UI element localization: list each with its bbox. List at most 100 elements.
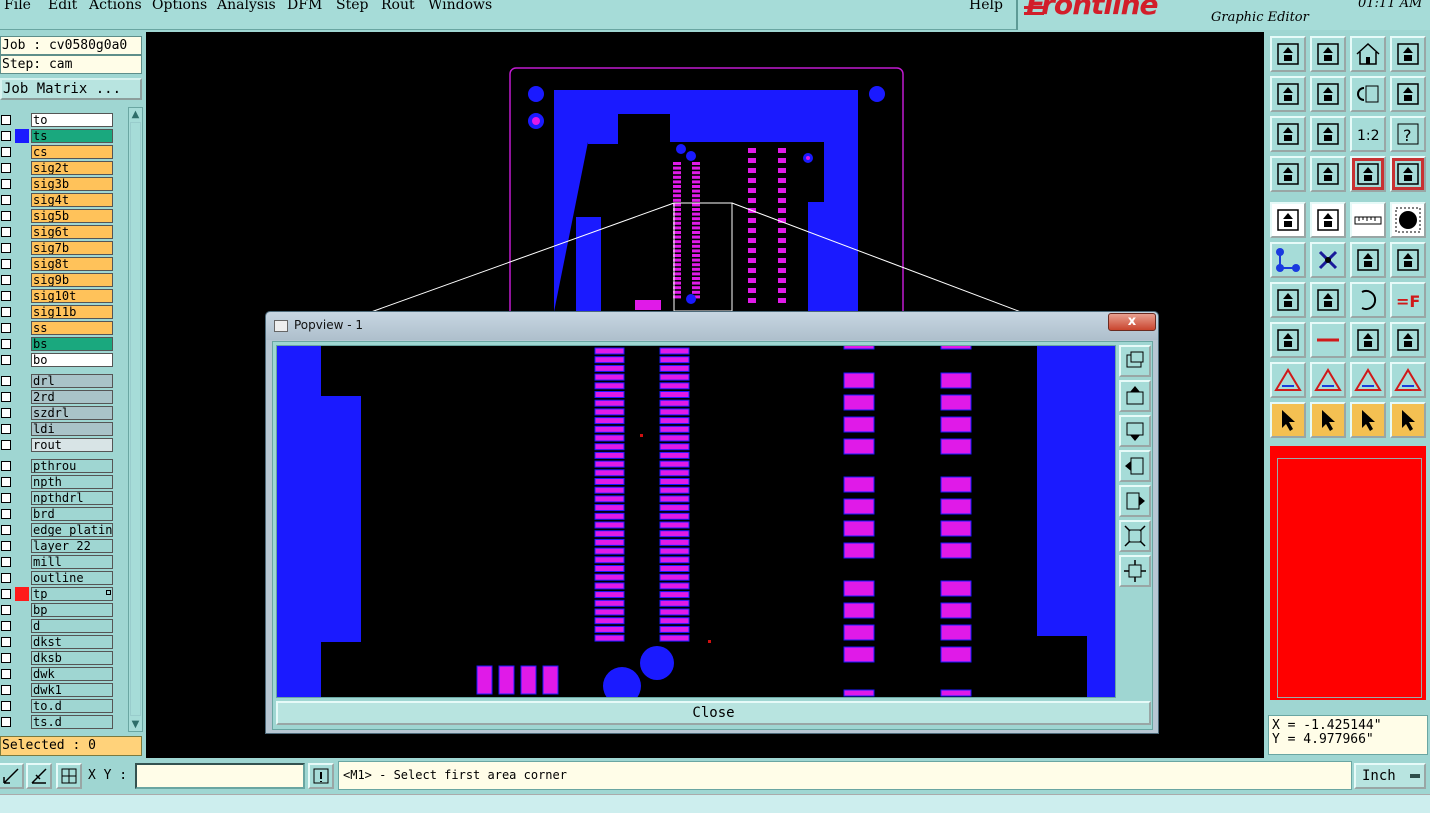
- layer-name[interactable]: drl: [31, 374, 113, 388]
- layer-row[interactable]: pthrou: [0, 458, 116, 474]
- layer-row[interactable]: 2rd: [0, 389, 116, 405]
- layer-color-swatch[interactable]: [15, 422, 29, 436]
- layer-row[interactable]: d: [0, 618, 116, 634]
- toolbar-button-dimension[interactable]: [1350, 322, 1386, 358]
- layer-color-swatch[interactable]: [15, 374, 29, 388]
- layer-row[interactable]: npthdrl: [0, 490, 116, 506]
- angle-snap-button[interactable]: [26, 763, 52, 789]
- layer-name[interactable]: to: [31, 113, 113, 127]
- layer-color-swatch[interactable]: [15, 273, 29, 287]
- layer-name[interactable]: sig11b: [31, 305, 113, 319]
- layer-checkbox[interactable]: [1, 307, 11, 317]
- toolbar-button-draw-line[interactable]: [1310, 282, 1346, 318]
- layer-name[interactable]: 2rd: [31, 390, 113, 404]
- layer-color-swatch[interactable]: [15, 406, 29, 420]
- toolbar-button-zoom-fit[interactable]: [1270, 116, 1306, 152]
- toolbar-button-feature-select[interactable]: [1310, 202, 1346, 238]
- layer-checkbox[interactable]: [1, 440, 11, 450]
- toolbar-button-open-job[interactable]: [1270, 36, 1306, 72]
- toolbar-button-minus[interactable]: [1310, 322, 1346, 358]
- toolbar-button-pan-right[interactable]: [1310, 76, 1346, 112]
- layer-row[interactable]: npth: [0, 474, 116, 490]
- toolbar-button-settings[interactable]: [1270, 156, 1306, 192]
- layer-row[interactable]: dksb: [0, 650, 116, 666]
- layer-name[interactable]: bp: [31, 603, 113, 617]
- layer-row[interactable]: bo: [0, 352, 116, 368]
- layer-color-swatch[interactable]: [15, 177, 29, 191]
- layer-row[interactable]: mill: [0, 554, 116, 570]
- layer-color-swatch[interactable]: [15, 257, 29, 271]
- layer-name[interactable]: edge_plating: [31, 523, 113, 537]
- execute-button[interactable]: [308, 763, 334, 789]
- layer-checkbox[interactable]: [1, 589, 11, 599]
- layer-color-swatch[interactable]: [15, 305, 29, 319]
- layer-row[interactable]: sig9b: [0, 272, 116, 288]
- layer-color-swatch[interactable]: [15, 539, 29, 553]
- toolbar-button-help[interactable]: ?: [1390, 116, 1426, 152]
- menu-windows[interactable]: Windows: [428, 0, 492, 13]
- layer-row[interactable]: drl: [0, 373, 116, 389]
- menu-help[interactable]: Help: [969, 0, 1003, 13]
- layer-color-swatch[interactable]: [15, 587, 29, 601]
- layer-name[interactable]: layer_22: [31, 539, 113, 553]
- layer-name[interactable]: bo: [31, 353, 113, 367]
- layer-checkbox[interactable]: [1, 131, 11, 141]
- layer-row[interactable]: brd: [0, 506, 116, 522]
- toolbar-button-zoom-center[interactable]: [1310, 116, 1346, 152]
- layer-checkbox[interactable]: [1, 147, 11, 157]
- toolbar-button-cross[interactable]: [1310, 242, 1346, 278]
- layer-color-swatch[interactable]: [15, 145, 29, 159]
- layer-name[interactable]: npthdrl: [31, 491, 113, 505]
- layer-color-swatch[interactable]: [15, 353, 29, 367]
- toolbar-button-pointer[interactable]: [1270, 402, 1306, 438]
- layer-row[interactable]: ss: [0, 320, 116, 336]
- layer-checkbox[interactable]: [1, 605, 11, 615]
- layer-color-swatch[interactable]: [15, 635, 29, 649]
- layer-name[interactable]: cs: [31, 145, 113, 159]
- toolbar-button-line[interactable]: [1390, 242, 1426, 278]
- layer-color-swatch[interactable]: [15, 603, 29, 617]
- menu-edit[interactable]: Edit: [48, 0, 77, 13]
- layer-row[interactable]: sig8t: [0, 256, 116, 272]
- layer-name[interactable]: ldi: [31, 422, 113, 436]
- layer-row[interactable]: sig2t: [0, 160, 116, 176]
- unit-dropdown[interactable]: Inch: [1354, 763, 1426, 789]
- layer-name[interactable]: rout: [31, 438, 113, 452]
- layer-checkbox[interactable]: [1, 621, 11, 631]
- menu-actions[interactable]: Actions: [89, 0, 142, 13]
- toolbar-button-redraw[interactable]: [1390, 76, 1426, 112]
- layer-row[interactable]: ts: [0, 128, 116, 144]
- layer-checkbox[interactable]: [1, 461, 11, 471]
- layer-scrollbar[interactable]: ▲ ▼: [128, 107, 143, 732]
- job-matrix-button[interactable]: Job Matrix ...: [0, 78, 142, 100]
- layer-color-swatch[interactable]: [15, 555, 29, 569]
- layer-name[interactable]: ts.d: [31, 715, 113, 729]
- layer-row[interactable]: sig4t: [0, 192, 116, 208]
- layer-name[interactable]: szdrl: [31, 406, 113, 420]
- layer-row[interactable]: edge_plating: [0, 522, 116, 538]
- layer-checkbox[interactable]: [1, 408, 11, 418]
- layer-color-swatch[interactable]: [15, 225, 29, 239]
- layer-checkbox[interactable]: [1, 669, 11, 679]
- layer-name[interactable]: sig2t: [31, 161, 113, 175]
- layer-checkbox[interactable]: [1, 211, 11, 221]
- toolbar-button-rotate[interactable]: [1350, 282, 1386, 318]
- toolbar-button-angle[interactable]: [1270, 282, 1306, 318]
- layer-row[interactable]: layer_22: [0, 538, 116, 554]
- toolbar-button-arc[interactable]: [1350, 242, 1386, 278]
- layer-row[interactable]: dwk: [0, 666, 116, 682]
- layer-checkbox[interactable]: [1, 701, 11, 711]
- menu-file[interactable]: File: [4, 0, 31, 13]
- layer-color-swatch[interactable]: [15, 699, 29, 713]
- layer-color-swatch[interactable]: [15, 113, 29, 127]
- layer-color-swatch[interactable]: [15, 619, 29, 633]
- toolbar-button-circle[interactable]: [1390, 202, 1426, 238]
- layer-checkbox[interactable]: [1, 339, 11, 349]
- toolbar-button-feature-add[interactable]: [1270, 202, 1306, 238]
- layer-checkbox[interactable]: [1, 392, 11, 402]
- layer-checkbox[interactable]: [1, 653, 11, 663]
- layer-color-swatch[interactable]: [15, 571, 29, 585]
- layer-row[interactable]: dwk1: [0, 682, 116, 698]
- toolbar-button-home[interactable]: [1350, 36, 1386, 72]
- layer-row[interactable]: to.d: [0, 698, 116, 714]
